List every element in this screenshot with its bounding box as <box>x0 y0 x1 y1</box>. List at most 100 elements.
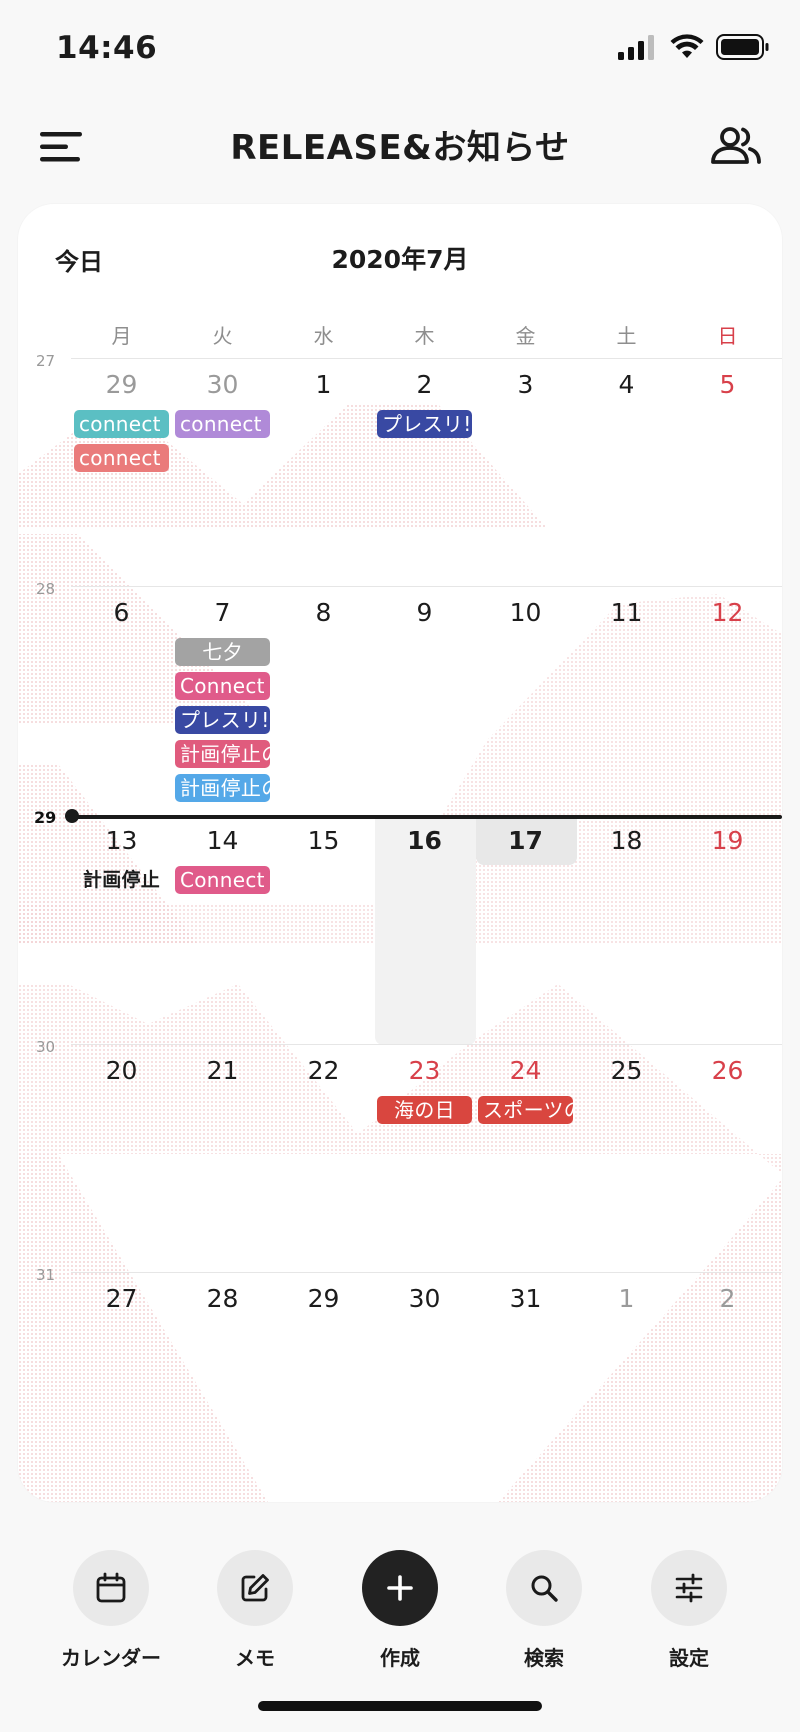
week-divider <box>71 1044 782 1045</box>
nav-memo-button[interactable]: メモ <box>190 1550 320 1671</box>
day-cell[interactable]: 24 <box>475 1056 576 1085</box>
day-cell[interactable]: 19 <box>677 826 778 855</box>
week-number: 31 <box>36 1266 56 1284</box>
plus-icon <box>387 1575 413 1601</box>
week-number: 29 <box>34 808 57 827</box>
status-time: 14:46 <box>56 30 158 66</box>
week-divider <box>71 358 782 359</box>
bottom-nav: カレンダー メモ 作成 検索 設定 <box>0 1550 800 1670</box>
week-number: 28 <box>36 580 56 598</box>
day-cell[interactable]: 15 <box>273 826 374 855</box>
event-chip[interactable]: 計画停止 <box>74 866 169 894</box>
day-cell[interactable]: 26 <box>677 1056 778 1085</box>
nav-create-circle[interactable] <box>362 1550 438 1626</box>
week-divider <box>71 586 782 587</box>
weekday-mon: 月 <box>111 324 132 348</box>
event-chip[interactable]: connect <box>175 410 270 438</box>
status-bar: 14:46 <box>0 0 800 100</box>
nav-search-button[interactable]: 検索 <box>479 1550 609 1671</box>
day-cell[interactable]: 13 <box>71 826 172 855</box>
day-cell[interactable]: 11 <box>576 598 677 627</box>
weekday-thu: 木 <box>414 324 435 348</box>
event-chip[interactable]: プレスリ! <box>175 706 270 734</box>
cellular-signal-icon <box>618 35 654 60</box>
week-divider <box>71 1272 782 1273</box>
day-cell[interactable]: 30 <box>172 370 273 399</box>
weekday-sat: 土 <box>616 324 637 348</box>
nav-settings-label: 設定 <box>669 1646 709 1670</box>
day-cell[interactable]: 29 <box>273 1284 374 1313</box>
day-cell[interactable]: 14 <box>172 826 273 855</box>
current-time-dot <box>65 809 79 823</box>
day-cell[interactable]: 2 <box>374 370 475 399</box>
day-cell[interactable]: 25 <box>576 1056 677 1085</box>
day-cell[interactable]: 2 <box>677 1284 778 1313</box>
current-time-line <box>70 815 782 819</box>
day-cell[interactable]: 31 <box>475 1284 576 1313</box>
event-chip[interactable]: Connect <box>175 866 270 894</box>
day-cell[interactable]: 6 <box>71 598 172 627</box>
day-cell[interactable]: 10 <box>475 598 576 627</box>
nav-calendar-button[interactable]: カレンダー <box>46 1550 176 1671</box>
people-icon <box>711 127 761 164</box>
day-cell[interactable]: 28 <box>172 1284 273 1313</box>
home-indicator[interactable] <box>258 1701 542 1711</box>
calendar-icon <box>96 1572 126 1603</box>
event-chip[interactable]: Connect <box>175 672 270 700</box>
week-number: 27 <box>36 352 56 370</box>
page-title: RELEASE&お知らせ <box>230 128 570 168</box>
weekday-sun: 日 <box>717 324 738 348</box>
weekday-fri: 金 <box>515 324 536 348</box>
weekday-wed: 水 <box>313 324 334 348</box>
nav-create-label: 作成 <box>380 1646 420 1670</box>
holiday-chip[interactable]: スポーツの <box>478 1096 573 1124</box>
nav-search-circle[interactable] <box>506 1550 582 1626</box>
day-cell[interactable]: 22 <box>273 1056 374 1085</box>
event-chip[interactable]: 計画停止の <box>175 740 270 768</box>
weekday-tue: 火 <box>212 324 233 348</box>
day-cell[interactable]: 12 <box>677 598 778 627</box>
event-chip[interactable]: connect <box>74 410 169 438</box>
battery-icon <box>716 34 769 60</box>
day-cell[interactable]: 18 <box>576 826 677 855</box>
selected-day-cell[interactable]: 17 <box>475 826 576 855</box>
day-cell[interactable]: 21 <box>172 1056 273 1085</box>
sliders-icon <box>675 1573 703 1603</box>
nav-create-button[interactable]: 作成 <box>335 1550 465 1671</box>
day-cell[interactable]: 1 <box>273 370 374 399</box>
month-title: 2020年7月 <box>331 245 469 274</box>
day-cell[interactable]: 20 <box>71 1056 172 1085</box>
day-cell[interactable]: 8 <box>273 598 374 627</box>
nav-settings-circle[interactable] <box>651 1550 727 1626</box>
app-header: RELEASE&お知らせ <box>0 100 800 200</box>
nav-memo-label: メモ <box>235 1646 275 1670</box>
week-number: 30 <box>36 1038 56 1056</box>
day-cell[interactable]: 9 <box>374 598 475 627</box>
nav-calendar-label: カレンダー <box>61 1646 161 1670</box>
status-icons <box>618 34 770 60</box>
edit-icon <box>241 1574 269 1602</box>
day-cell[interactable]: 3 <box>475 370 576 399</box>
nav-memo-circle[interactable] <box>217 1550 293 1626</box>
day-cell[interactable]: 27 <box>71 1284 172 1313</box>
today-day-cell[interactable]: 16 <box>374 826 475 855</box>
nav-search-label: 検索 <box>524 1646 564 1670</box>
day-cell[interactable]: 29 <box>71 370 172 399</box>
members-button[interactable] <box>708 118 764 174</box>
search-icon <box>531 1575 558 1602</box>
day-cell[interactable]: 23 <box>374 1056 475 1085</box>
nav-settings-button[interactable]: 設定 <box>624 1550 754 1671</box>
wifi-icon <box>670 34 704 58</box>
day-cell[interactable]: 5 <box>677 370 778 399</box>
event-chip[interactable]: プレスリ! <box>377 410 472 438</box>
nav-calendar-circle[interactable] <box>73 1550 149 1626</box>
day-cell[interactable]: 30 <box>374 1284 475 1313</box>
holiday-chip[interactable]: 海の日 <box>377 1096 472 1124</box>
calendar-card: 今日 2020年7月 月 火 水 木 金 土 日 27 29 30 1 2 3 … <box>18 204 782 1502</box>
event-chip[interactable]: 計画停止の <box>175 774 270 802</box>
event-chip[interactable]: 七夕 <box>175 638 270 666</box>
day-cell[interactable]: 1 <box>576 1284 677 1313</box>
day-cell[interactable]: 4 <box>576 370 677 399</box>
event-chip[interactable]: connect <box>74 444 169 472</box>
day-cell[interactable]: 7 <box>172 598 273 627</box>
